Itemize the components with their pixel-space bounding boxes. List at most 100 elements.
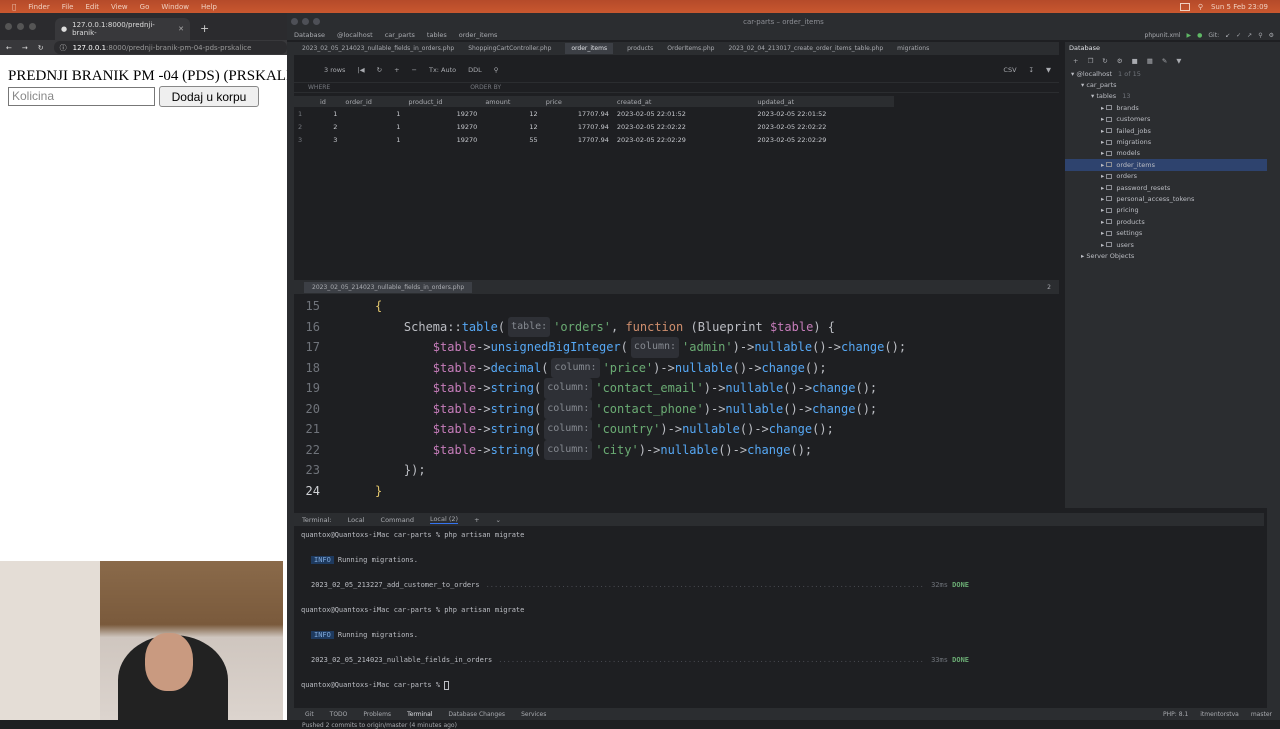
tab-products[interactable]: products [627, 45, 653, 52]
add-row-icon[interactable]: + [394, 66, 399, 74]
menu-help[interactable]: Help [201, 3, 217, 11]
tree-table-migrations[interactable]: ▸ migrations [1065, 136, 1267, 147]
search-icon[interactable]: ⚲ [494, 66, 499, 74]
tree-tables[interactable]: ▾ tables 13 [1065, 91, 1267, 102]
cell-created-at[interactable]: 2023-02-05 22:01:52 [613, 107, 754, 120]
php-version[interactable]: PHP: 8.1 [1163, 711, 1188, 718]
apple-icon[interactable]:  [12, 3, 16, 11]
tool-git[interactable]: Git [305, 711, 314, 718]
quantity-input[interactable]: Kolicina [8, 87, 155, 106]
tree-table-models[interactable]: ▸ models [1065, 148, 1267, 159]
tool-services[interactable]: Services [521, 711, 546, 718]
cell-product-id[interactable]: 19270 [404, 120, 481, 133]
settings-icon[interactable]: ⚙ [1269, 32, 1274, 39]
column-header-id[interactable]: id [316, 96, 342, 107]
cell-created-at[interactable]: 2023-02-05 22:02:29 [613, 133, 754, 146]
column-header-price[interactable]: price [541, 96, 613, 107]
order-by-input[interactable]: ORDER BY [470, 84, 501, 91]
menu-view[interactable]: View [111, 3, 128, 11]
cell-id[interactable]: 3 [316, 133, 341, 146]
tab-migrations[interactable]: migrations [897, 45, 929, 52]
menu-go[interactable]: Go [140, 3, 150, 11]
table-row[interactable]: 3 3 1 19270 55 17707.94 2023-02-05 22:02… [294, 133, 894, 146]
zoom-window-button[interactable] [29, 23, 36, 30]
new-terminal-icon[interactable]: + [474, 516, 479, 524]
git-commit-icon[interactable]: ✓ [1236, 32, 1241, 39]
remove-row-icon[interactable]: − [412, 66, 417, 74]
reload-data-icon[interactable]: ↻ [377, 66, 382, 74]
properties-icon[interactable]: ⚙ [1117, 57, 1123, 65]
minimize-window-button[interactable] [17, 23, 24, 30]
tab-create-order-items-migration[interactable]: 2023_02_04_213017_create_order_items_tab… [728, 45, 883, 52]
cell-updated-at[interactable]: 2023-02-05 22:02:22 [753, 120, 894, 133]
tab-editor-file[interactable]: 2023_02_05_214023_nullable_fields_in_ord… [304, 281, 473, 293]
copy-icon[interactable]: ❐ [1087, 57, 1093, 65]
cell-product-id[interactable]: 19270 [404, 133, 481, 146]
address-bar[interactable]: ⓘ 127.0.0.1:8000/prednji-branik-pm-04-pd… [53, 41, 287, 54]
table-row[interactable]: 2 2 1 19270 12 17707.94 2023-02-05 22:02… [294, 120, 894, 133]
run-icon[interactable]: ▶ [1187, 32, 1192, 39]
refresh-icon[interactable]: ↻ [1102, 57, 1107, 65]
stop-icon[interactable]: ■ [1132, 57, 1138, 65]
first-page-icon[interactable]: |◀ [357, 66, 364, 74]
tree-table-brands[interactable]: ▸ brands [1065, 102, 1267, 113]
tree-table-order-items[interactable]: ▸ order_items [1065, 159, 1267, 171]
ide-minimize-button[interactable] [302, 18, 309, 25]
breadcrumb-localhost[interactable]: @localhost [337, 31, 373, 39]
tx-mode-select[interactable]: Tx: Auto [429, 66, 456, 74]
close-tab-icon[interactable]: ✕ [178, 25, 184, 33]
clock[interactable]: Sun 5 Feb 23:09 [1211, 3, 1268, 11]
csv-select[interactable]: CSV [1003, 66, 1016, 74]
tree-table-orders[interactable]: ▸ orders [1065, 171, 1267, 182]
search-everywhere-icon[interactable]: ⚲ [1258, 32, 1262, 39]
cell-order-id[interactable]: 1 [341, 133, 404, 146]
screen-icon[interactable] [1179, 2, 1190, 11]
menu-file[interactable]: File [62, 3, 74, 11]
tab-shopping-cart-controller[interactable]: ShoppingCartController.php [468, 45, 551, 52]
tool-todo[interactable]: TODO [330, 711, 348, 718]
column-header-updated-at[interactable]: updated_at [753, 96, 894, 107]
table-view-icon[interactable]: ▦ [1147, 57, 1153, 65]
menu-edit[interactable]: Edit [85, 3, 99, 11]
cell-updated-at[interactable]: 2023-02-05 22:02:29 [753, 133, 894, 146]
rows-count[interactable]: 3 rows [324, 66, 345, 74]
cell-amount[interactable]: 12 [481, 107, 541, 120]
tree-server-objects[interactable]: ▸ Server Objects [1065, 250, 1267, 261]
filter-icon[interactable]: ▼ [1176, 57, 1181, 65]
cell-order-id[interactable]: 1 [341, 120, 404, 133]
cell-amount[interactable]: 12 [481, 120, 541, 133]
column-header-amount[interactable]: amount [481, 96, 542, 107]
terminal-output[interactable]: quantox@Quantoxs-iMac car-parts % php ar… [301, 529, 1261, 704]
cell-id[interactable]: 1 [316, 107, 341, 120]
cell-created-at[interactable]: 2023-02-05 22:02:22 [613, 120, 754, 133]
menu-window[interactable]: Window [161, 3, 189, 11]
git-update-icon[interactable]: ↙ [1225, 32, 1230, 39]
project-name[interactable]: itmentorstva [1200, 711, 1239, 718]
column-header-created-at[interactable]: created_at [612, 96, 754, 107]
tree-localhost[interactable]: ▾ @localhost 1 of 15 [1065, 68, 1267, 79]
tab-order-items-model[interactable]: OrderItems.php [667, 45, 714, 52]
git-branch[interactable]: master [1251, 711, 1272, 718]
export-icon[interactable]: ↧ [1029, 66, 1034, 74]
menu-finder[interactable]: Finder [28, 3, 50, 11]
table-row[interactable]: 1 1 1 19270 12 17707.94 2023-02-05 22:01… [294, 107, 894, 120]
tab-nullable-migration[interactable]: 2023_02_05_214023_nullable_fields_in_ord… [302, 45, 454, 52]
cell-updated-at[interactable]: 2023-02-05 22:01:52 [753, 107, 894, 120]
new-tab-button[interactable]: + [200, 22, 209, 35]
tree-table-settings[interactable]: ▸ settings [1065, 227, 1267, 238]
breadcrumb-tables[interactable]: tables [427, 31, 447, 39]
tab-order-items[interactable]: order_items [565, 43, 614, 54]
tool-database-changes[interactable]: Database Changes [448, 711, 505, 718]
tree-table-users[interactable]: ▸ users [1065, 239, 1267, 250]
where-filter-input[interactable]: WHERE [308, 84, 330, 91]
add-datasource-icon[interactable]: + [1073, 57, 1078, 65]
tree-table-personal-access-tokens[interactable]: ▸ personal_access_tokens [1065, 193, 1267, 204]
forward-icon[interactable]: → [22, 44, 28, 52]
cell-price[interactable]: 17707.94 [542, 133, 613, 146]
reload-icon[interactable]: ↻ [38, 44, 44, 52]
tree-table-customers[interactable]: ▸ customers [1065, 114, 1267, 125]
info-icon[interactable]: ⓘ [60, 43, 67, 53]
filter-icon[interactable]: ▼ [1046, 66, 1059, 74]
cell-price[interactable]: 17707.94 [542, 120, 613, 133]
ide-close-button[interactable] [291, 18, 298, 25]
